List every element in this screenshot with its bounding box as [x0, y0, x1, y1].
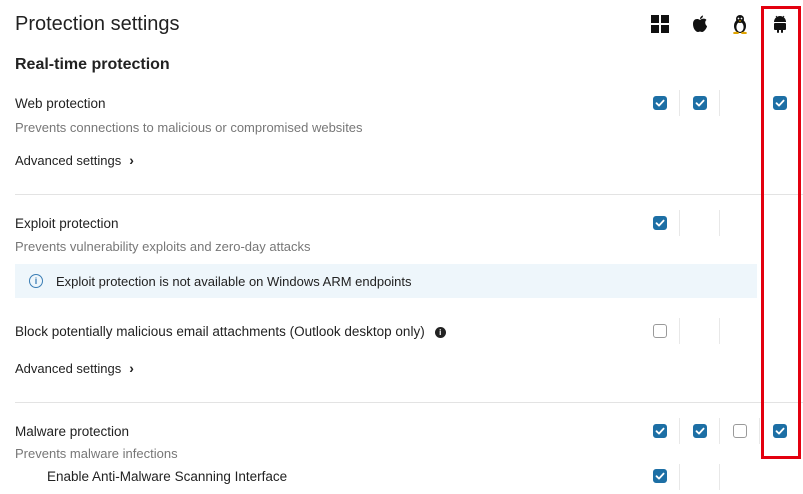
chevron-right-icon: › [129, 360, 134, 376]
info-banner-text: Exploit protection is not available on W… [56, 273, 412, 289]
column-divider [719, 418, 720, 444]
exploit-protection-label: Exploit protection [15, 216, 119, 231]
web-protection-label: Web protection [15, 96, 106, 111]
advanced-settings-label: Advanced settings [15, 152, 122, 168]
malware-mac-checkbox[interactable] [693, 424, 707, 438]
column-divider [759, 418, 760, 444]
linux-icon [730, 14, 750, 34]
chevron-right-icon: › [129, 152, 134, 168]
advanced-settings-label: Advanced settings [15, 360, 122, 376]
column-divider [719, 90, 720, 116]
column-divider [679, 90, 680, 116]
android-column-highlight [761, 6, 801, 459]
column-divider [679, 210, 680, 236]
column-divider [719, 318, 720, 344]
exploit-info-banner: i Exploit protection is not available on… [15, 264, 757, 298]
malware-protection-desc: Prevents malware infections [15, 446, 178, 461]
amsi-label: Enable Anti-Malware Scanning Interface [47, 469, 288, 484]
column-divider [679, 418, 680, 444]
malware-linux-checkbox[interactable] [733, 424, 747, 438]
apple-icon [690, 14, 710, 34]
column-divider [679, 464, 680, 490]
divider [15, 194, 803, 195]
email-windows-checkbox[interactable] [653, 324, 667, 338]
divider [15, 402, 803, 403]
malware-protection-label: Malware protection [15, 424, 130, 439]
web-windows-checkbox[interactable] [653, 96, 667, 110]
web-mac-checkbox[interactable] [693, 96, 707, 110]
column-divider [719, 464, 720, 490]
page-title: Protection settings [15, 13, 180, 35]
section-title: Real-time protection [15, 56, 170, 73]
column-divider [679, 318, 680, 344]
exploit-protection-desc: Prevents vulnerability exploits and zero… [15, 239, 311, 254]
amsi-windows-checkbox[interactable] [653, 469, 667, 483]
windows-icon [650, 14, 670, 34]
info-icon: i [29, 274, 43, 288]
email-attachments-label: Block potentially malicious email attach… [15, 324, 446, 339]
email-advanced-settings-link[interactable]: Advanced settings › [15, 360, 134, 376]
email-attachments-text: Block potentially malicious email attach… [15, 324, 425, 339]
column-divider [719, 210, 720, 236]
web-advanced-settings-link[interactable]: Advanced settings › [15, 152, 134, 168]
info-filled-icon[interactable]: i [434, 326, 446, 338]
malware-windows-checkbox[interactable] [653, 424, 667, 438]
exploit-windows-checkbox[interactable] [653, 216, 667, 230]
web-protection-desc: Prevents connections to malicious or com… [15, 120, 363, 135]
